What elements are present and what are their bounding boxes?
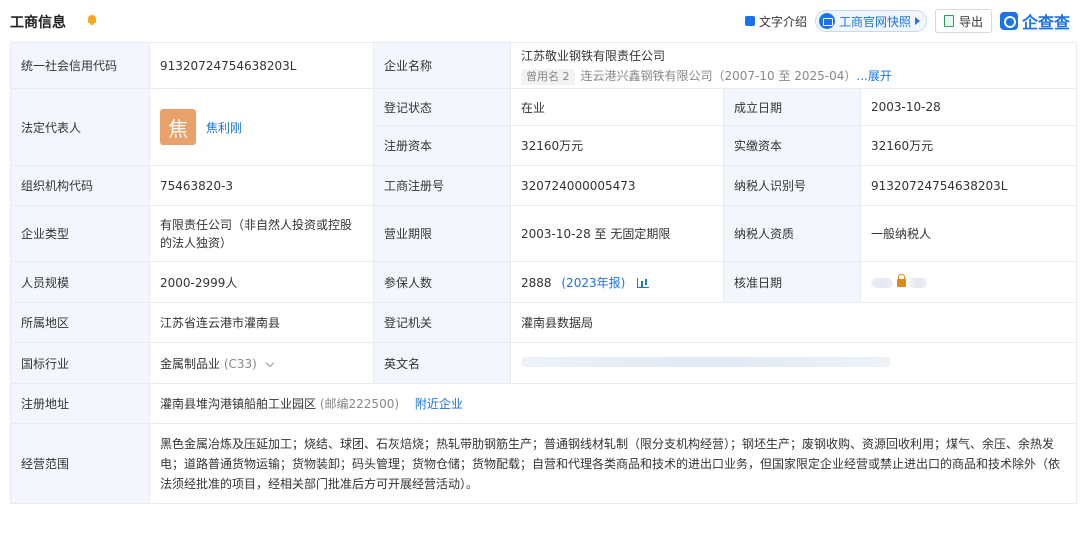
lock-icon[interactable] [897, 273, 906, 287]
english-name-label: 英文名 [373, 342, 511, 384]
address-value: 灌南县堆沟港镇船舶工业园区 [160, 397, 317, 411]
reg-status-label: 登记状态 [373, 88, 511, 126]
bell-icon[interactable] [86, 14, 98, 26]
industry-value: 金属制品业 [160, 356, 221, 371]
excel-icon [943, 15, 954, 27]
masked-value [871, 277, 893, 288]
section-header: 工商信息 文字介绍 工商官网快照 导出 企查查 [0, 0, 1080, 42]
business-info-table: 统一社会信用代码 91320724754638203L 企业名称 江苏敬业钢铁有… [10, 42, 1077, 504]
table-row: 经营范围 黑色金属冶炼及压延加工；烧结、球团、石灰焙烧；热轧带肋钢筋生产；普通钢… [10, 423, 1077, 504]
table-row: 注册地址 灌南县堆沟港镇船舶工业园区 (邮编222500) 附近企业 [10, 383, 1077, 424]
export-label: 导出 [958, 14, 983, 29]
section-title: 工商信息 [10, 15, 66, 31]
avatar: 焦 [160, 109, 196, 145]
masked-value [909, 277, 927, 288]
table-row: 国标行业 金属制品业 (C33) 英文名 [10, 342, 1077, 384]
former-name-value: 连云港兴鑫钢铁有限公司（2007-10 至 2025-04） [580, 68, 857, 83]
play-arrow-icon [914, 17, 920, 25]
table-row: 所属地区 江苏省连云港市灌南县 登记机关 灌南县数据局 [10, 302, 1077, 343]
chevron-down-icon[interactable] [265, 358, 274, 367]
staff-value: 2000-2999人 [149, 261, 374, 303]
masked-value [521, 357, 891, 367]
legal-rep-link[interactable]: 焦利刚 [206, 119, 242, 136]
taxpayer-id-label: 纳税人识别号 [723, 165, 861, 206]
biz-reg-value: 320724000005473 [510, 165, 724, 206]
english-name-cell [510, 342, 1077, 384]
text-intro-label: 文字介绍 [758, 14, 807, 29]
table-row: 法定代表人 焦 焦利刚 登记状态 在业 成立日期 2003-10-28 [10, 88, 1077, 166]
region-value: 江苏省连云港市灌南县 [149, 302, 374, 343]
staff-label: 人员规模 [10, 261, 150, 303]
industry-code: (C33) [223, 356, 257, 371]
tax-qual-value: 一般纳税人 [860, 205, 1077, 262]
scope-value: 黑色金属冶炼及压延加工；烧结、球团、石灰焙烧；热轧带肋钢筋生产；普通钢线材轧制（… [149, 423, 1077, 504]
industry-cell[interactable]: 金属制品业 (C33) [149, 342, 374, 384]
taxpayer-id-value: 91320724754638203L [860, 165, 1077, 206]
chart-icon[interactable] [637, 278, 650, 288]
paid-capital-value: 32160万元 [860, 125, 1077, 166]
header-actions: 文字介绍 工商官网快照 导出 企查查 [744, 8, 1070, 34]
approve-cell [860, 261, 1077, 303]
ent-type-value: 有限责任公司（非自然人投资或控股的法人独资） [149, 205, 374, 262]
industry-label: 国标行业 [10, 342, 150, 384]
legal-rep-cell: 焦 焦利刚 [149, 88, 374, 166]
address-label: 注册地址 [10, 383, 150, 424]
authority-value: 灌南县数据局 [510, 302, 1077, 343]
postcode-value: (邮编222500) [319, 397, 400, 411]
snapshot-button[interactable]: 工商官网快照 [814, 10, 927, 32]
nearby-link[interactable]: 附近企业 [415, 397, 463, 411]
table-row: 组织机构代码 75463820-3 工商注册号 320724000005473 … [10, 165, 1077, 206]
reg-status-value: 在业 [510, 88, 724, 126]
table-row: 人员规模 2000-2999人 参保人数 2888 (2023年报) 核准日期 [10, 261, 1077, 303]
table-row: 统一社会信用代码 91320724754638203L 企业名称 江苏敬业钢铁有… [10, 42, 1077, 89]
insured-year-link[interactable]: (2023年报) [561, 276, 625, 290]
former-names: 曾用名 2 连云港兴鑫钢铁有限公司（2007-10 至 2025-04）...展开 [521, 67, 1066, 85]
reg-capital-label: 注册资本 [373, 125, 511, 166]
doc-icon [744, 16, 755, 26]
company-name-label: 企业名称 [373, 42, 511, 89]
org-code-value: 75463820-3 [149, 165, 374, 206]
former-name-tag: 曾用名 2 [521, 68, 575, 85]
logo-mark-icon [999, 12, 1018, 30]
credit-code-label: 统一社会信用代码 [10, 42, 150, 89]
reg-capital-value: 32160万元 [510, 125, 724, 166]
founded-label: 成立日期 [723, 88, 861, 126]
company-name-value: 江苏敬业钢铁有限责任公司 [521, 48, 666, 63]
approve-label: 核准日期 [723, 261, 861, 303]
company-name-cell: 江苏敬业钢铁有限责任公司 曾用名 2 连云港兴鑫钢铁有限公司（2007-10 至 … [510, 42, 1077, 89]
founded-value: 2003-10-28 [860, 88, 1077, 126]
biz-reg-label: 工商注册号 [373, 165, 511, 206]
ent-type-label: 企业类型 [10, 205, 150, 262]
credit-code-value: 91320724754638203L [149, 42, 374, 89]
table-row: 企业类型 有限责任公司（非自然人投资或控股的法人独资） 营业期限 2003-10… [10, 205, 1077, 262]
expand-link[interactable]: ...展开 [856, 69, 891, 83]
term-label: 营业期限 [373, 205, 511, 262]
scope-label: 经营范围 [10, 423, 150, 504]
text-intro-button[interactable]: 文字介绍 [744, 10, 807, 32]
address-cell: 灌南县堆沟港镇船舶工业园区 (邮编222500) 附近企业 [149, 383, 1077, 424]
camera-icon [818, 13, 835, 29]
region-label: 所属地区 [10, 302, 150, 343]
insured-cell: 2888 (2023年报) [510, 261, 724, 303]
qcc-logo: 企查查 [999, 9, 1070, 33]
export-button[interactable]: 导出 [934, 9, 992, 33]
insured-value: 2888 [521, 275, 552, 290]
paid-capital-label: 实缴资本 [723, 125, 861, 166]
org-code-label: 组织机构代码 [10, 165, 150, 206]
insured-label: 参保人数 [373, 261, 511, 303]
logo-text: 企查查 [1021, 13, 1070, 32]
snapshot-label: 工商官网快照 [838, 14, 911, 29]
tax-qual-label: 纳税人资质 [723, 205, 861, 262]
authority-label: 登记机关 [373, 302, 511, 343]
term-value: 2003-10-28 至 无固定期限 [510, 205, 724, 262]
legal-rep-label: 法定代表人 [10, 88, 150, 166]
